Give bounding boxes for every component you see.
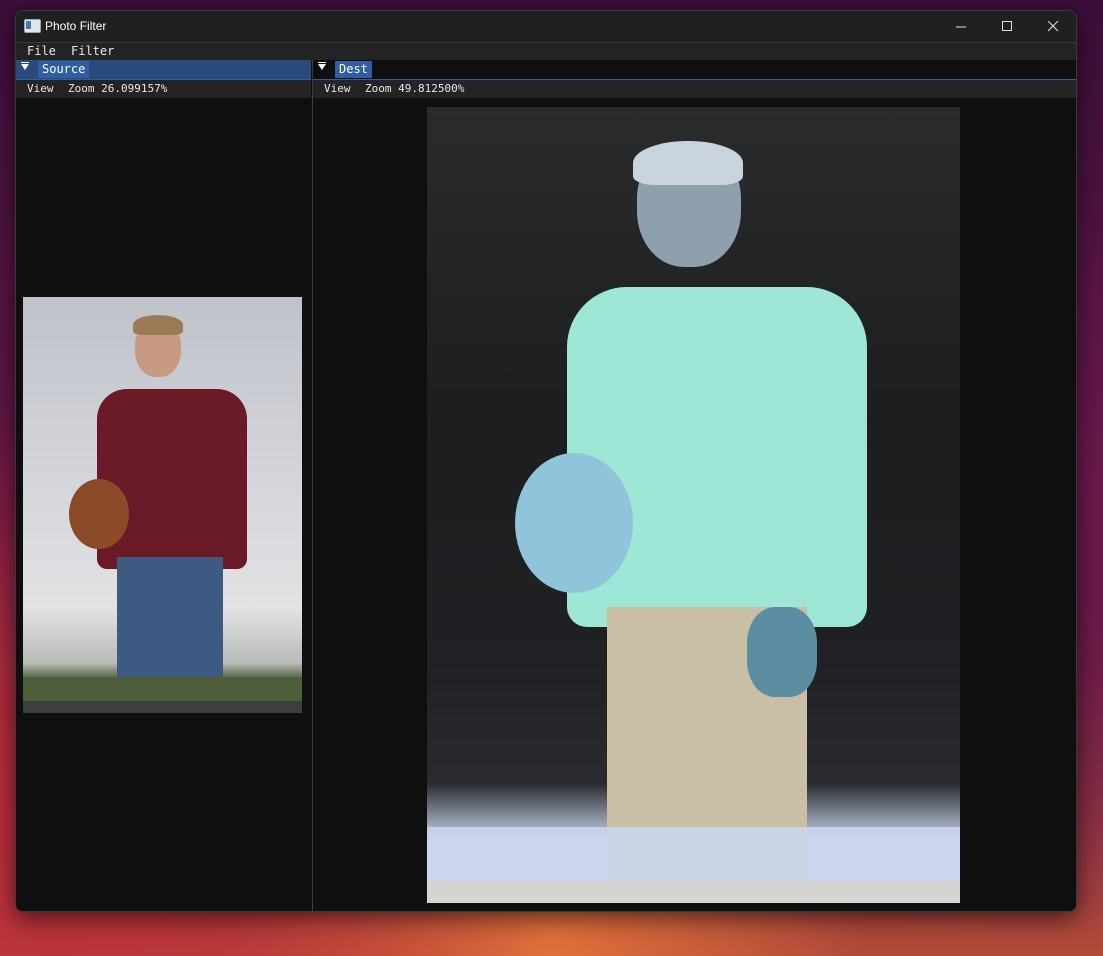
collapse-arrow-icon[interactable] (21, 62, 29, 70)
menu-filter[interactable]: Filter (71, 44, 114, 58)
collapse-arrow-icon[interactable] (318, 62, 326, 70)
tab-dest[interactable]: Dest (335, 61, 372, 78)
close-button[interactable] (1030, 11, 1076, 42)
menu-bar: File Filter (16, 42, 1076, 61)
source-tab-bar: Source (16, 60, 311, 80)
dest-view-menu[interactable]: View (324, 80, 351, 98)
source-zoom-readout: Zoom 26.099157% (68, 82, 168, 95)
maximize-icon (1001, 21, 1012, 31)
source-view-menu[interactable]: View (27, 80, 54, 98)
dest-panel: Dest View Zoom 49.812500% (312, 60, 1076, 911)
minimize-button[interactable] (938, 11, 984, 42)
tab-source[interactable]: Source (38, 61, 90, 78)
source-image[interactable] (23, 297, 302, 713)
window-title: Photo Filter (45, 19, 107, 33)
close-icon (1047, 21, 1058, 32)
maximize-button[interactable] (984, 11, 1030, 42)
dest-tab-bar: Dest (313, 60, 1076, 80)
app-window-icon (24, 19, 41, 33)
minimize-icon (955, 26, 966, 28)
dest-view-bar: View Zoom 49.812500% (313, 80, 1076, 98)
source-panel: Source View Zoom 26.099157% (16, 60, 311, 911)
dest-image[interactable] (427, 107, 960, 903)
photo-filter-window: Photo Filter File Filter Source View Zoo… (15, 10, 1077, 912)
dest-zoom-readout: Zoom 49.812500% (365, 82, 465, 95)
source-view-bar: View Zoom 26.099157% (16, 80, 311, 98)
title-bar[interactable]: Photo Filter (16, 11, 1076, 42)
menu-file[interactable]: File (27, 44, 56, 58)
